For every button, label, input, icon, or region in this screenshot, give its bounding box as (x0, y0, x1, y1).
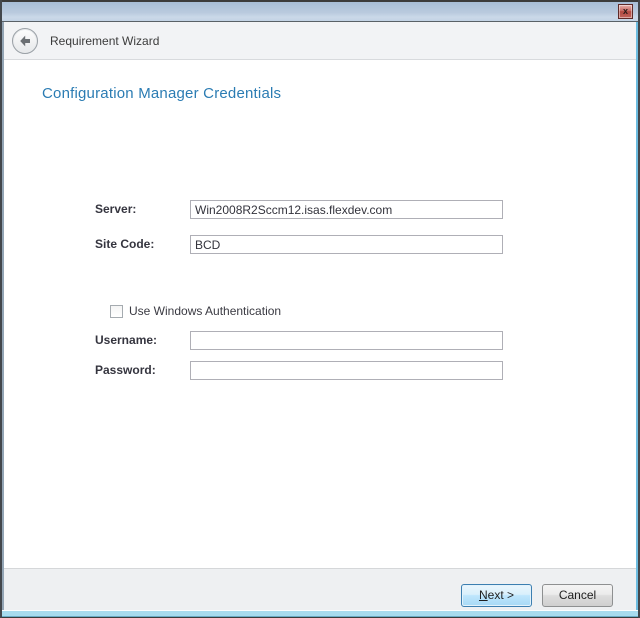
site-code-input[interactable] (190, 235, 503, 254)
server-input[interactable] (190, 200, 503, 219)
username-label: Username: (95, 331, 157, 350)
windows-auth-label: Use Windows Authentication (129, 304, 281, 318)
password-input[interactable] (190, 361, 503, 380)
window-left-edge (2, 22, 4, 610)
cancel-button[interactable]: Cancel (542, 584, 613, 607)
back-button[interactable] (12, 28, 38, 54)
title-bar: x (2, 0, 638, 22)
window-bottom-edge (2, 610, 638, 618)
wizard-header: Requirement Wizard (2, 22, 638, 60)
next-button[interactable]: Next > (461, 584, 532, 607)
cancel-button-label: Cancel (543, 585, 612, 606)
wizard-title: Requirement Wizard (50, 34, 159, 48)
close-icon[interactable]: x (618, 4, 633, 19)
page-title: Configuration Manager Credentials (42, 85, 281, 102)
windows-auth-checkbox[interactable] (110, 305, 123, 318)
site-code-label: Site Code: (95, 235, 154, 254)
page-content: Configuration Manager Credentials Server… (2, 60, 638, 568)
username-input[interactable] (190, 331, 503, 350)
next-button-label: Next > (462, 585, 531, 606)
wizard-window: x Requirement Wizard Configuration Manag… (0, 0, 640, 618)
server-label: Server: (95, 200, 136, 219)
back-arrow-icon (17, 33, 33, 49)
button-bar: Next > Cancel (2, 568, 638, 610)
password-label: Password: (95, 361, 156, 380)
windows-auth-row: Use Windows Authentication (110, 304, 281, 318)
window-right-edge (636, 22, 638, 610)
